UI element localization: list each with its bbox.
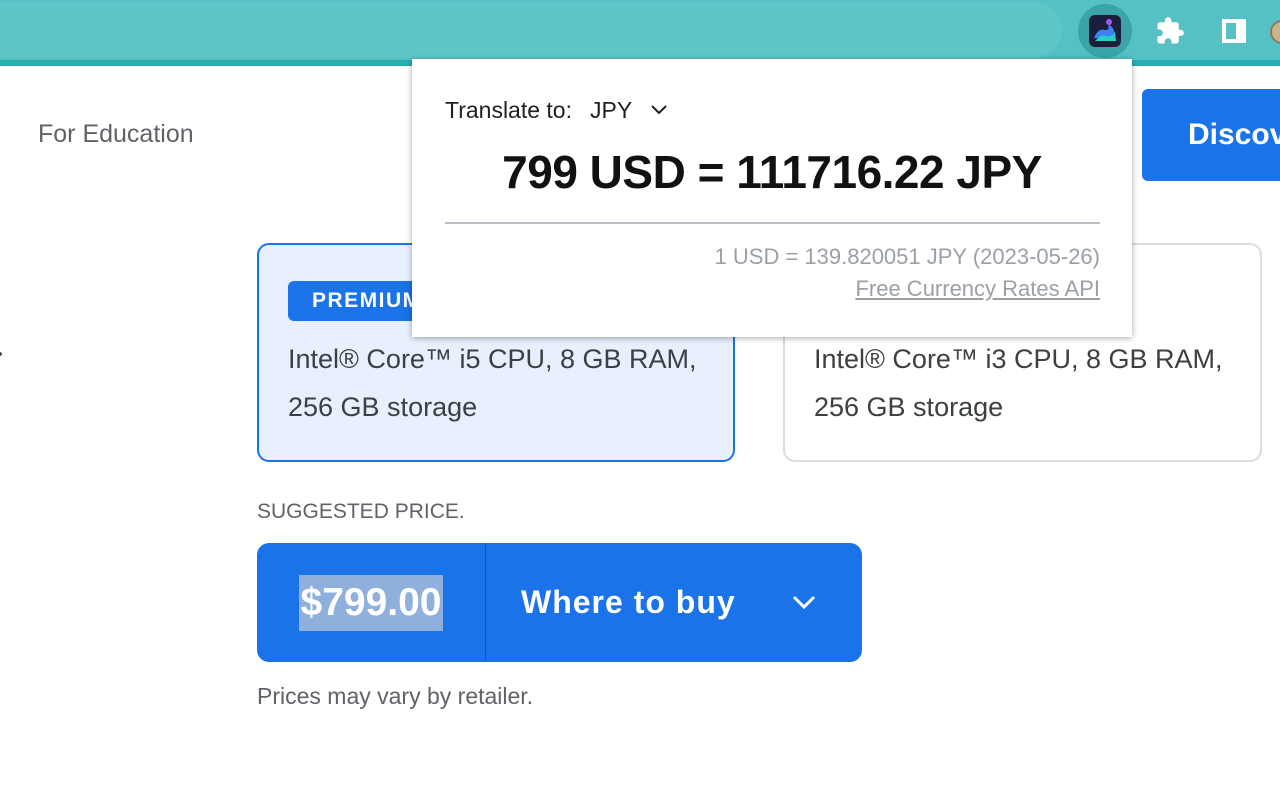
currency-api-link[interactable]: Free Currency Rates API <box>855 276 1100 302</box>
buy-bar: $799.00 Where to buy <box>257 543 862 662</box>
exchange-rate: 1 USD = 139.820051 JPY (2023-05-26) <box>714 244 1100 269</box>
currency-select-value: JPY <box>589 96 633 123</box>
extensions-button[interactable] <box>1143 4 1197 58</box>
price-disclaimer: Prices may vary by retailer. <box>257 683 534 709</box>
currency-extension-button[interactable] <box>1078 4 1132 58</box>
currency-select[interactable]: JPY <box>590 97 668 124</box>
currency-translate-popup: Translate to: JPY 799 USD = 111716.22 JP… <box>412 59 1132 337</box>
translate-row: Translate to: JPY <box>445 95 668 125</box>
discover-button[interactable]: Discov <box>1142 89 1280 181</box>
price-cell: $799.00 <box>257 543 485 662</box>
chevron-right-icon[interactable] <box>0 342 6 366</box>
chevron-down-icon[interactable] <box>790 591 818 615</box>
for-education-link[interactable]: For Education <box>38 120 194 149</box>
side-panel-icon <box>1222 19 1246 43</box>
currency-translator-extension-icon <box>1089 15 1121 47</box>
option-spec: Intel® Core™ i3 CPU, 8 GB RAM, 256 GB st… <box>814 344 1223 422</box>
price-value[interactable]: $799.00 <box>298 574 444 631</box>
popup-divider <box>445 222 1100 224</box>
suggested-price-label: SUGGESTED PRICE. <box>257 500 465 523</box>
browser-toolbar <box>0 0 1280 66</box>
translate-to-label: Translate to: <box>445 96 572 123</box>
puzzle-icon <box>1157 17 1184 44</box>
where-to-buy-button[interactable]: Where to buy <box>521 543 736 662</box>
conversion-result: 799 USD = 111716.22 JPY <box>502 146 1042 198</box>
address-bar[interactable] <box>0 2 1062 58</box>
chevron-down-icon <box>651 105 667 115</box>
side-panel-button[interactable] <box>1207 4 1261 58</box>
buy-bar-divider <box>485 543 486 662</box>
option-spec: Intel® Core™ i5 CPU, 8 GB RAM, 256 GB st… <box>288 344 697 422</box>
